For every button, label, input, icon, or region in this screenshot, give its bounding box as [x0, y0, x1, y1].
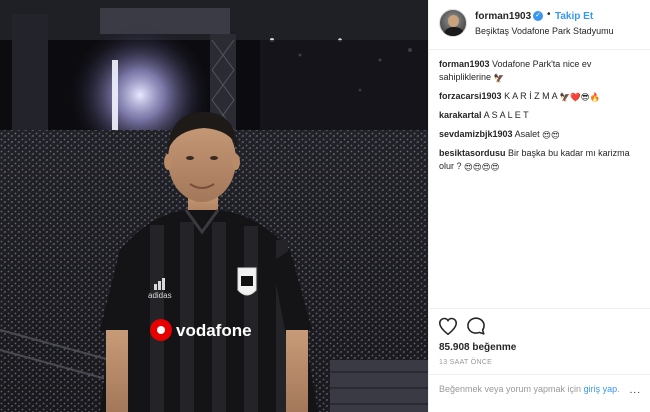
comment-username[interactable]: sevdamizbjk1903 — [439, 129, 513, 139]
post-photo[interactable]: adidas vodafone — [0, 0, 428, 412]
avatar[interactable] — [439, 9, 467, 37]
location-link[interactable]: Beşiktaş Vodafone Park Stadyumu — [475, 26, 614, 36]
comment-item: karakartal A S A L E T — [439, 109, 641, 122]
post-sidebar: forman1903 ✓ • Takip Et Beşiktaş Vodafon… — [428, 0, 650, 412]
follow-button[interactable]: Takip Et — [555, 11, 593, 22]
comment-emoji: 🦅❤️😎🔥 — [559, 92, 601, 102]
comment-item: forzacarsi1903 K A R İ Z M A 🦅❤️😎🔥 — [439, 90, 641, 103]
comment-emoji: 🦅 — [493, 73, 505, 83]
comment-text: K A R İ Z M A — [504, 91, 558, 101]
like-count[interactable]: 85.908 beğenme — [439, 342, 516, 353]
comment-username[interactable]: forman1903 — [439, 59, 490, 69]
comment-icon[interactable] — [465, 315, 487, 337]
header-username[interactable]: forman1903 — [475, 11, 531, 22]
avatar-torso — [443, 27, 465, 36]
instagram-post: adidas vodafone forman1903 ✓ • Takip Et … — [0, 0, 650, 412]
login-prompt: Beğenmek veya yorum yapmak için giriş ya… — [429, 374, 650, 412]
comment-item: besiktasordusu Bir başka bu kadar mı kar… — [439, 147, 641, 173]
more-options-icon[interactable]: ... — [630, 385, 641, 396]
header-separator-dot: • — [547, 9, 551, 20]
comments-list: forman1903 Vodafone Park'ta nice ev sahi… — [439, 58, 641, 179]
login-prefix: Beğenmek veya yorum yapmak için — [439, 384, 584, 394]
jersey-sponsor-text: vodafone — [176, 321, 252, 340]
post-header: forman1903 ✓ • Takip Et Beşiktaş Vodafon… — [429, 0, 650, 50]
comment-item: sevdamizbjk1903 Asalet 😍😍 — [439, 128, 641, 141]
comment-item: forman1903 Vodafone Park'ta nice ev sahi… — [439, 58, 641, 84]
jersey-brand-text: adidas — [148, 291, 172, 300]
comment-username[interactable]: karakartal — [439, 110, 482, 120]
verified-badge-icon: ✓ — [533, 11, 543, 21]
comment-text: A S A L E T — [483, 110, 529, 120]
login-suffix: . — [617, 384, 620, 394]
login-link[interactable]: giriş yap — [584, 384, 618, 394]
comment-username[interactable]: besiktasordusu — [439, 148, 506, 158]
login-prompt-text: Beğenmek veya yorum yapmak için giriş ya… — [439, 383, 639, 396]
post-timestamp[interactable]: 13 SAAT ÖNCE — [439, 359, 492, 366]
heart-icon[interactable] — [437, 315, 459, 337]
comment-username[interactable]: forzacarsi1903 — [439, 91, 502, 101]
comment-text: Asalet — [514, 129, 540, 139]
comment-emoji: 😍😍😍😍 — [464, 162, 500, 172]
stadium-photo-illustration: adidas vodafone — [0, 0, 428, 412]
comment-emoji: 😍😍 — [542, 130, 560, 140]
avatar-face — [448, 15, 459, 27]
